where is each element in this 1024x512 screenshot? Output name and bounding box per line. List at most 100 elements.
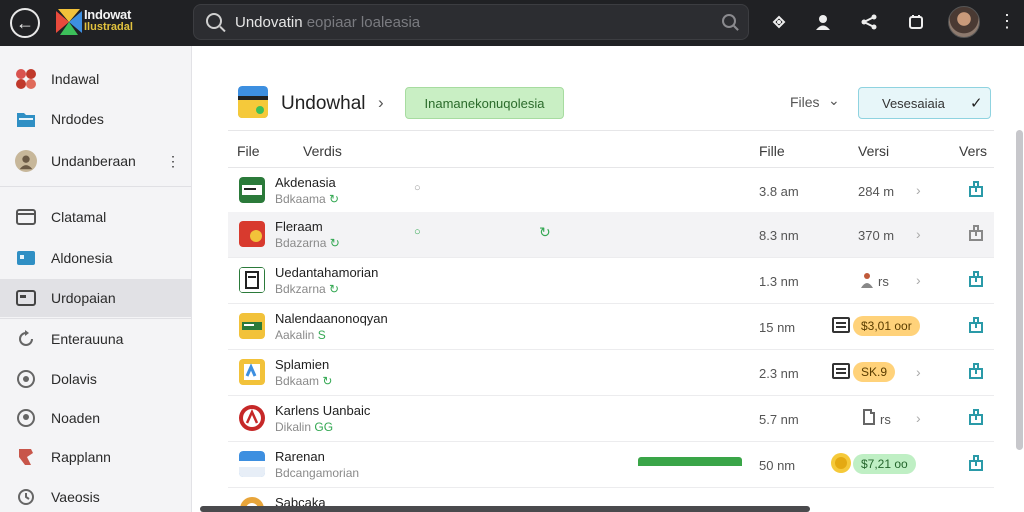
column-header-versi[interactable]: Versi bbox=[858, 143, 889, 159]
download-icon[interactable] bbox=[967, 316, 985, 334]
table-header: File Verdis Fille Versi Vers bbox=[228, 130, 994, 168]
refresh-icon bbox=[15, 328, 37, 350]
check-icon: ✓ bbox=[970, 95, 983, 112]
window-icon bbox=[15, 206, 37, 228]
price-badge: $7,21 oo bbox=[853, 454, 916, 474]
table-row[interactable]: Akdenasia Bdkaama ↻ ○ 3.8 am 284 m › bbox=[228, 168, 994, 214]
sidebar-item-label: Nrdodes bbox=[51, 111, 104, 127]
row-subtitle-text: Bdazarna bbox=[275, 236, 327, 250]
sidebar-item-nrdodes[interactable]: Nrdodes bbox=[0, 100, 191, 138]
row-name: Akdenasia bbox=[275, 175, 336, 190]
column-header-verdis[interactable]: Verdis bbox=[303, 143, 342, 159]
row-version: 284 m bbox=[858, 184, 895, 199]
app-icon bbox=[239, 177, 265, 203]
price-badge: SK.9 bbox=[853, 362, 896, 382]
clock-icon bbox=[15, 486, 37, 508]
more-options-icon[interactable]: ⋮ bbox=[998, 12, 1016, 30]
table-row[interactable]: Rarenan Bdcangamorian 50 nm $7,21 oo bbox=[228, 442, 994, 488]
app-icon bbox=[239, 451, 265, 477]
sidebar-item-clatamal[interactable]: Clatamal bbox=[0, 198, 191, 236]
table-row[interactable]: Nalendaanonoqyan Aakalin S 15 nm $3,01 o… bbox=[228, 304, 994, 350]
pin-icon bbox=[15, 407, 37, 429]
sidebar-item-label: Dolavis bbox=[51, 371, 97, 387]
column-header-fille[interactable]: Fille bbox=[759, 143, 785, 159]
currency-icon: S bbox=[317, 328, 326, 342]
sidebar-item-label: Indawal bbox=[51, 71, 100, 87]
horizontal-scrollbar[interactable] bbox=[200, 506, 810, 512]
sidebar-divider bbox=[0, 186, 191, 187]
breadcrumb-chevron-icon: › bbox=[378, 93, 384, 112]
main-panel: Undowhal › Inamanekonuqolesia Files ⌄ Ve… bbox=[192, 46, 1024, 512]
chevron-right-icon[interactable]: › bbox=[916, 182, 921, 198]
chevron-right-icon[interactable]: › bbox=[916, 272, 921, 288]
version-select-value: Vesesaiaia bbox=[882, 96, 945, 111]
status-dot-icon: ○ bbox=[414, 182, 421, 194]
table-row[interactable]: Karlens Uanbaic Dikalin GG 5.7 nm rs › bbox=[228, 396, 994, 442]
sidebar-more-icon[interactable]: ⋮ bbox=[166, 153, 180, 170]
download-icon[interactable] bbox=[967, 454, 985, 472]
search-submit-icon[interactable] bbox=[722, 14, 736, 28]
row-name: Uedantahamorian bbox=[275, 265, 379, 280]
row-subtitle: Dikalin GG bbox=[275, 420, 333, 434]
user-icon[interactable] bbox=[812, 11, 834, 33]
download-icon[interactable] bbox=[967, 362, 985, 380]
chevron-right-icon[interactable]: › bbox=[916, 364, 921, 380]
vertical-scrollbar[interactable] bbox=[1016, 130, 1023, 450]
avatar[interactable] bbox=[948, 6, 980, 38]
sidebar-item-enterauuna[interactable]: Enterauuna bbox=[0, 320, 191, 358]
back-arrow-icon[interactable]: ← bbox=[10, 8, 40, 38]
row-version: 370 m bbox=[858, 228, 895, 243]
download-icon[interactable] bbox=[967, 408, 985, 426]
sidebar-item-urdopaian[interactable]: Urdopaian bbox=[0, 279, 191, 317]
person-icon bbox=[861, 273, 873, 288]
document-icon bbox=[863, 409, 875, 425]
circle-check-icon bbox=[15, 368, 37, 390]
brand-line-1: Indowat bbox=[84, 7, 132, 22]
monitor-icon bbox=[15, 247, 37, 269]
files-dropdown-label[interactable]: Files bbox=[790, 94, 820, 110]
sidebar-item-aldonesia[interactable]: Aldonesia bbox=[0, 239, 191, 277]
chevron-down-icon[interactable]: ⌄ bbox=[828, 92, 840, 109]
sidebar-item-label: Noaden bbox=[51, 410, 101, 426]
row-name: Fleraam bbox=[275, 219, 323, 234]
app-icon bbox=[239, 359, 265, 385]
chevron-right-icon[interactable]: › bbox=[916, 410, 921, 426]
sidebar-item-dolavis[interactable]: Dolavis bbox=[0, 360, 191, 398]
search-input[interactable]: Undovatin eopiaar loaleasia bbox=[193, 4, 749, 40]
download-icon[interactable] bbox=[967, 270, 985, 288]
sidebar-item-rapplann[interactable]: Rapplann bbox=[0, 438, 191, 476]
action-button[interactable] bbox=[638, 457, 742, 466]
sidebar-divider bbox=[0, 318, 191, 319]
table-row[interactable]: Fleraam Bdazarna ↻ ○ ↻ 8.3 nm 370 m › bbox=[228, 212, 994, 258]
sidebar-item-noaden[interactable]: Noaden bbox=[0, 399, 191, 437]
link-icon[interactable] bbox=[768, 11, 790, 33]
version-select[interactable]: Vesesaiaia ✓ bbox=[858, 87, 991, 119]
download-icon[interactable] bbox=[967, 224, 985, 242]
sidebar-item-label: Urdopaian bbox=[51, 290, 116, 306]
window-switch-icon[interactable] bbox=[905, 11, 927, 33]
sidebar-item-label: Rapplann bbox=[51, 449, 111, 465]
sync-icon: GG bbox=[314, 420, 334, 434]
sidebar-item-indawal[interactable]: Indawal bbox=[0, 60, 191, 98]
share-icon[interactable] bbox=[858, 11, 880, 33]
table-row[interactable]: Uedantahamorian Bdkzarna ↻ 1.3 nm rs › bbox=[228, 258, 994, 304]
sidebar-item-vaeosis[interactable]: Vaeosis bbox=[0, 478, 191, 512]
download-icon[interactable] bbox=[967, 180, 985, 198]
row-subtitle-text: Dikalin bbox=[275, 420, 312, 434]
profile-icon bbox=[15, 150, 37, 172]
row-subtitle-text: Bdkzarna bbox=[275, 282, 326, 296]
status-pill[interactable]: Inamanekonuqolesia bbox=[405, 87, 564, 119]
search-icon bbox=[206, 13, 222, 29]
sync-status-icon: ↻ bbox=[539, 224, 551, 240]
brand-line-2: Ilustradal bbox=[84, 21, 133, 33]
ledger-icon bbox=[832, 363, 850, 379]
row-size: 15 nm bbox=[759, 320, 796, 335]
status-dot-icon: ○ bbox=[414, 226, 421, 238]
row-size: 1.3 nm bbox=[759, 274, 799, 289]
row-name: Nalendaanonoqyan bbox=[275, 311, 388, 326]
sidebar-item-undanberaan[interactable]: Undanberaan ⋮ bbox=[0, 142, 191, 180]
column-header-file[interactable]: File bbox=[237, 143, 260, 159]
column-header-vers[interactable]: Vers bbox=[959, 143, 987, 159]
table-row[interactable]: Splamien Bdkaam ↻ 2.3 nm SK.9 › bbox=[228, 350, 994, 396]
chevron-right-icon[interactable]: › bbox=[916, 226, 921, 242]
